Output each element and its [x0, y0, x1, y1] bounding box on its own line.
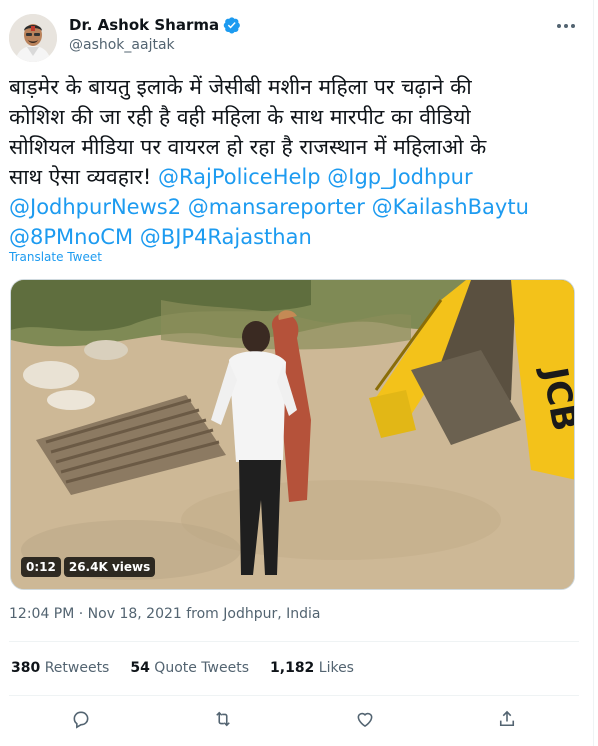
quote-tweets-stat[interactable]: 54 Quote Tweets [130, 660, 249, 676]
mention-link[interactable]: @8PMnoCM [9, 225, 133, 249]
more-icon[interactable] [553, 16, 579, 36]
likes-label: Likes [318, 660, 354, 676]
verified-badge-icon [223, 16, 241, 34]
video-overlay: 0:12 26.4K views [21, 557, 156, 577]
tweet-text: बाड़मेर के बायतु इलाके में जेसीबी मशीन म… [9, 72, 575, 252]
retweet-icon[interactable] [210, 706, 236, 732]
mention-link[interactable]: @JodhpurNews2 [9, 195, 181, 219]
video-duration: 0:12 [21, 557, 61, 577]
video-player[interactable]: JCB 0:12 26.4K views [10, 279, 575, 590]
heart-icon[interactable] [352, 706, 378, 732]
mention-link[interactable]: @KailashBaytu [372, 195, 529, 219]
avatar[interactable] [9, 14, 57, 62]
tweet-text-line: बाड़मेर के बायतु इलाके में जेसीबी मशीन म… [9, 75, 472, 99]
divider [9, 641, 579, 642]
video-frame-image: JCB [11, 280, 574, 589]
likes-stat[interactable]: 1,182 Likes [270, 660, 354, 676]
engagement-stats: 380 Retweets 54 Quote Tweets 1,182 Likes [11, 660, 354, 676]
retweets-count: 380 [11, 660, 41, 676]
mention-link[interactable]: @RajPoliceHelp [158, 165, 321, 189]
author-display-name[interactable]: Dr. Ashok Sharma [69, 16, 219, 34]
share-icon[interactable] [494, 706, 520, 732]
likes-count: 1,182 [270, 660, 315, 676]
tweet-text-line: सोशियल मीडिया पर वायरल हो रहा है राजस्था… [9, 135, 487, 159]
video-views: 26.4K views [63, 557, 156, 577]
reply-icon[interactable] [68, 706, 94, 732]
translate-tweet-link[interactable]: Translate Tweet [9, 250, 102, 264]
action-bar [0, 706, 594, 732]
tweet-text-line: साथ ऐसा व्यवहार! [9, 165, 152, 189]
mention-link[interactable]: @BJP4Rajasthan [140, 225, 312, 249]
divider [9, 695, 579, 696]
retweets-stat[interactable]: 380 Retweets [11, 660, 109, 676]
mention-link[interactable]: @mansareporter [188, 195, 365, 219]
tweet-header: Dr. Ashok Sharma @ashok_aajtak [9, 12, 579, 64]
tweet-container: Dr. Ashok Sharma @ashok_aajtak बाड़मेर क… [0, 0, 594, 746]
tweet-text-line: कोशिश की जा रही है वही महिला के साथ मारप… [9, 105, 471, 129]
quote-tweets-count: 54 [130, 660, 150, 676]
retweets-label: Retweets [44, 660, 110, 676]
tweet-timestamp[interactable]: 12:04 PM · Nov 18, 2021 from Jodhpur, In… [9, 606, 321, 622]
mention-link[interactable]: @Igp_Jodhpur [327, 165, 472, 189]
quote-tweets-label: Quote Tweets [154, 660, 250, 676]
author-handle[interactable]: @ashok_aajtak [69, 37, 241, 53]
